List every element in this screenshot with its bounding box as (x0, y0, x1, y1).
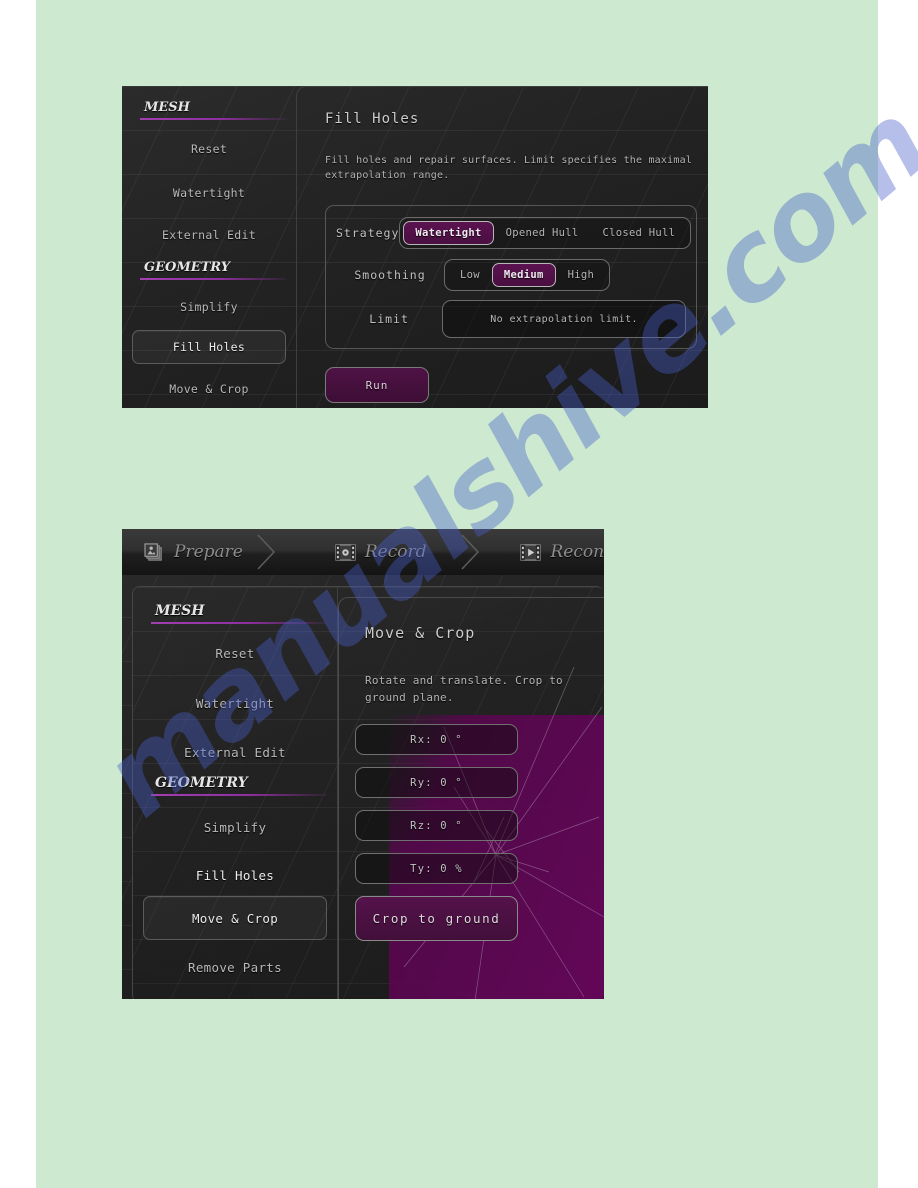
translation-y-field[interactable]: Ty: 0 % (355, 853, 518, 884)
pane-description: Rotate and translate. Crop to ground pla… (365, 674, 563, 704)
rotation-y-field[interactable]: Ry: 0 ° (355, 767, 518, 798)
fill-holes-options-group: Strategy Watertight Opened Hull Closed H… (325, 205, 697, 349)
panel1-content: Fill Holes Fill holes and repair surface… (296, 86, 708, 408)
sidebar-item-watertight[interactable]: Watertight (132, 178, 286, 208)
tab-record[interactable]: Record (313, 529, 480, 575)
fill-holes-screenshot: MESH Reset Watertight External Edit GEOM… (122, 86, 708, 408)
page-title: Move & Crop (365, 624, 476, 642)
stacked-cards-icon (144, 542, 162, 561)
sidebar-heading-mesh: MESH (155, 603, 205, 619)
pane-description: Fill holes and repair surfaces. Limit sp… (325, 155, 693, 181)
run-button[interactable]: Run (325, 367, 429, 403)
limit-value-field[interactable]: No extrapolation limit. (442, 300, 686, 338)
rotation-z-field[interactable]: Rz: 0 ° (355, 810, 518, 841)
rotation-x-field[interactable]: Rx: 0 ° (355, 724, 518, 755)
sidebar-item-external-edit[interactable]: External Edit (143, 737, 327, 767)
smoothing-option-low[interactable]: Low (448, 263, 492, 287)
sidebar-item-reset[interactable]: Reset (143, 638, 327, 668)
film-play-icon (520, 543, 542, 561)
strategy-option-closed-hull[interactable]: Closed Hull (590, 221, 687, 245)
sidebar-item-simplify[interactable]: Simplify (132, 292, 286, 322)
sidebar-item-remove-parts[interactable]: Remove Parts (143, 952, 327, 982)
sidebar-heading-geometry: GEOMETRY (155, 775, 248, 791)
strategy-option-opened-hull[interactable]: Opened Hull (494, 221, 591, 245)
sidebar-item-fill-holes[interactable]: Fill Holes (132, 330, 286, 364)
smoothing-option-high[interactable]: High (556, 263, 607, 287)
sidebar-item-move-crop[interactable]: Move & Crop (143, 896, 327, 940)
smoothing-segmented-control[interactable]: Low Medium High (444, 259, 611, 291)
sidebar-section-mesh: MESH Reset Watertight External Edit (133, 603, 337, 767)
sidebar-item-fill-holes[interactable]: Fill Holes (143, 860, 327, 890)
smoothing-option-medium[interactable]: Medium (491, 263, 556, 287)
strategy-option-watertight[interactable]: Watertight (403, 221, 494, 245)
workflow-tabbar: Prepare Record Recon (122, 529, 604, 575)
tab-prepare-label: Prepare (174, 542, 243, 562)
panel1-sidebar: MESH Reset Watertight External Edit GEOM… (122, 86, 296, 408)
crop-to-ground-button[interactable]: Crop to ground (355, 896, 518, 941)
sidebar-section-mesh: MESH Reset Watertight External Edit (122, 100, 296, 250)
tab-record-label: Record (364, 542, 427, 562)
sidebar-item-external-edit[interactable]: External Edit (132, 220, 286, 250)
label-limit: Limit (369, 312, 409, 326)
row-smoothing: Smoothing Low Medium High (336, 254, 686, 296)
panel2-window: MESH Reset Watertight External Edit GEOM… (132, 586, 604, 999)
sidebar-item-watertight[interactable]: Watertight (143, 688, 327, 718)
chevron-right-separator (461, 534, 480, 570)
page-title: Fill Holes (325, 111, 420, 127)
sidebar-item-move-crop[interactable]: Move & Crop (132, 374, 286, 404)
label-strategy: Strategy (336, 226, 400, 240)
row-strategy: Strategy Watertight Opened Hull Closed H… (336, 212, 692, 254)
label-smoothing: Smoothing (354, 268, 426, 282)
tab-prepare[interactable]: Prepare (122, 529, 275, 575)
panel2-content: Move & Crop Rotate and translate. Crop t… (338, 597, 604, 999)
sidebar-heading-geometry: GEOMETRY (144, 260, 230, 275)
sidebar-section-geometry: GEOMETRY Simplify Fill Holes Move & Crop… (133, 775, 337, 982)
chevron-right-separator (257, 534, 275, 570)
sidebar-item-simplify[interactable]: Simplify (143, 812, 327, 842)
transform-fields: Rx: 0 ° Ry: 0 ° Rz: 0 ° Ty: 0 % Crop to … (355, 724, 604, 941)
sidebar-item-reset[interactable]: Reset (132, 134, 286, 164)
row-limit: Limit No extrapolation limit. (336, 296, 686, 342)
film-record-icon (335, 543, 356, 561)
tab-reconstruct[interactable]: Recon (498, 529, 604, 575)
move-crop-screenshot: Prepare Record Recon MESH Reset Watertig… (122, 529, 604, 999)
strategy-segmented-control[interactable]: Watertight Opened Hull Closed Hull (399, 217, 692, 249)
panel2-sidebar: MESH Reset Watertight External Edit GEOM… (133, 587, 338, 999)
sidebar-section-geometry: GEOMETRY Simplify Fill Holes Move & Crop (122, 260, 296, 404)
tab-reconstruct-label: Recon (550, 542, 604, 562)
sidebar-heading-mesh: MESH (144, 100, 190, 115)
